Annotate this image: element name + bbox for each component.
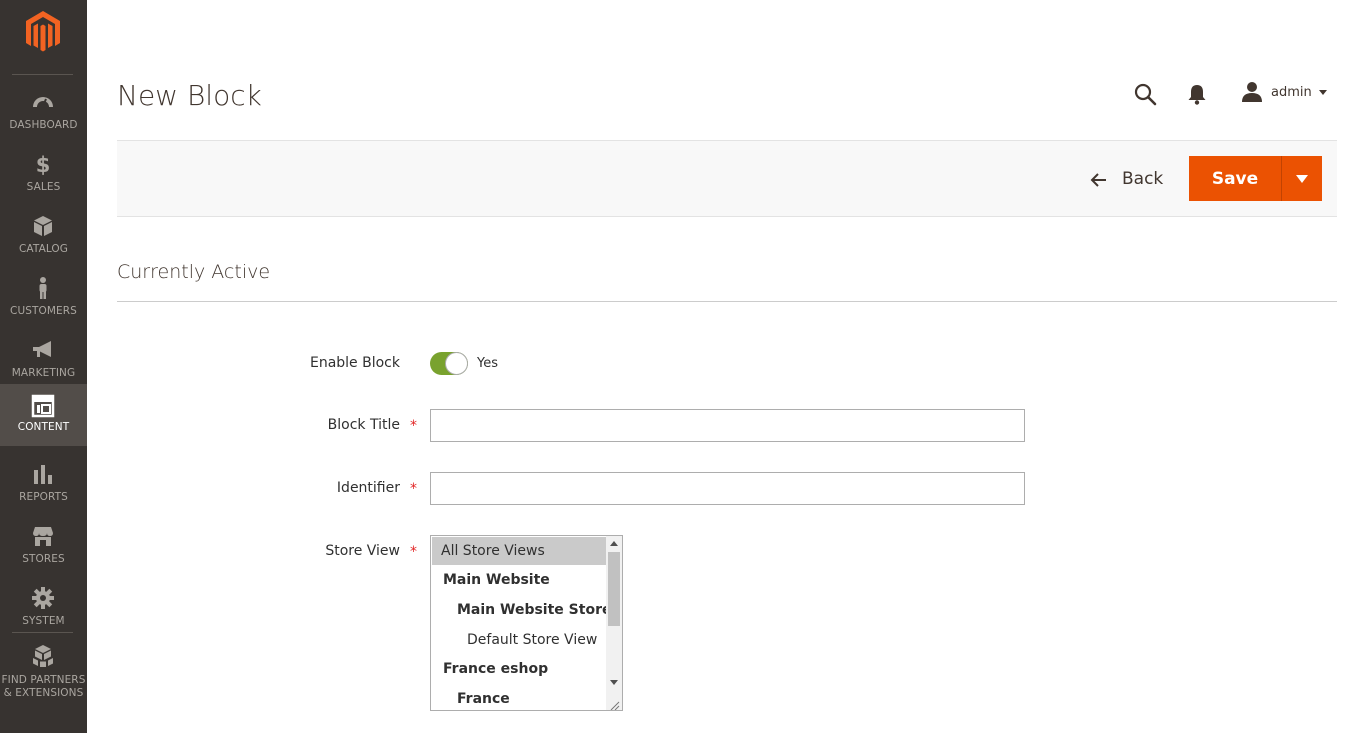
user-name: admin — [1271, 84, 1312, 100]
sidebar-item-label: FIND PARTNERS & EXTENSIONS — [1, 674, 86, 699]
sidebar-item-label: CONTENT — [17, 421, 70, 433]
user-icon — [1241, 81, 1263, 103]
required-asterisk: * — [410, 544, 417, 560]
back-button-label: Back — [1122, 169, 1164, 189]
svg-text:$: $ — [36, 153, 51, 176]
arrow-left-icon — [1090, 172, 1108, 187]
scrollbar-thumb[interactable] — [608, 552, 620, 626]
sidebar-item-label: SYSTEM — [22, 615, 65, 627]
store-view-scrollbar[interactable] — [606, 536, 622, 710]
sidebar-item-sales[interactable]: $ SALES — [0, 146, 87, 208]
sidebar-item-content[interactable]: CONTENT — [0, 384, 87, 446]
save-button[interactable]: Save — [1189, 156, 1281, 201]
box-icon — [31, 214, 55, 238]
sidebar-item-label: CATALOG — [18, 243, 69, 255]
dollar-icon: $ — [31, 152, 55, 177]
enable-block-value: Yes — [477, 356, 498, 371]
sidebar-item-label: STORES — [22, 553, 65, 565]
section-title: Currently Active — [117, 261, 271, 283]
chevron-down-icon — [1318, 89, 1327, 95]
toggle-knob — [445, 352, 468, 375]
identifier-label: Identifier — [336, 480, 400, 496]
person-icon — [31, 276, 55, 300]
sidebar-item-label: REPORTS — [19, 491, 68, 503]
dashboard-icon — [31, 90, 55, 114]
sidebar-divider — [12, 632, 73, 633]
sidebar-item-dashboard[interactable]: DASHBOARD — [0, 84, 87, 146]
required-asterisk: * — [410, 481, 417, 497]
layout-icon — [31, 394, 55, 418]
magento-logo[interactable] — [24, 10, 62, 54]
admin-sidebar: DASHBOARD $ SALES CATALOG CUSTOMERS MARK… — [0, 0, 87, 733]
sidebar-item-label: DASHBOARD — [9, 119, 78, 131]
sidebar-item-label: CUSTOMERS — [10, 305, 77, 317]
sidebar-item-stores[interactable]: STORES — [0, 518, 87, 580]
store-view-group-website: France eshop — [443, 661, 549, 677]
page-actions-bar: Back Save — [117, 140, 1337, 217]
section-divider — [117, 301, 1337, 302]
scroll-up-arrow-icon[interactable] — [610, 541, 618, 546]
store-view-option-default[interactable]: Default Store View — [432, 626, 606, 654]
enable-block-toggle[interactable] — [430, 352, 468, 375]
sidebar-divider — [12, 74, 73, 75]
sidebar-item-label: SALES — [26, 181, 61, 193]
sidebar-item-catalog[interactable]: CATALOG — [0, 208, 87, 270]
search-icon[interactable] — [1133, 82, 1157, 106]
user-account-menu[interactable]: admin — [1241, 80, 1327, 104]
sidebar-item-customers[interactable]: CUSTOMERS — [0, 270, 87, 332]
store-view-multiselect[interactable]: All Store Views Main Website Main Websit… — [430, 535, 623, 711]
back-button[interactable]: Back — [1090, 168, 1163, 190]
cubes-icon — [31, 644, 55, 668]
sidebar-item-label: MARKETING — [11, 367, 76, 379]
save-options-dropdown-button[interactable] — [1281, 156, 1322, 201]
store-view-label: Store View — [325, 543, 400, 559]
store-icon — [31, 524, 55, 548]
block-title-label: Block Title — [327, 417, 400, 433]
notifications-bell-icon[interactable] — [1187, 83, 1207, 105]
required-asterisk: * — [410, 418, 417, 434]
gear-icon — [31, 586, 55, 610]
sidebar-item-find-partners[interactable]: FIND PARTNERS & EXTENSIONS — [0, 642, 87, 704]
caret-down-icon — [1296, 175, 1308, 183]
enable-block-label: Enable Block — [309, 355, 400, 371]
store-view-group-store: France — [457, 691, 510, 707]
store-view-option-all[interactable]: All Store Views — [432, 537, 606, 565]
resize-handle-icon[interactable] — [608, 696, 620, 710]
scroll-down-arrow-icon[interactable] — [610, 680, 618, 685]
store-view-group-store: Main Website Store — [457, 602, 612, 618]
block-title-input[interactable] — [430, 409, 1025, 442]
page-title: New Block — [117, 79, 262, 112]
sidebar-item-reports[interactable]: REPORTS — [0, 456, 87, 518]
megaphone-icon — [31, 338, 55, 362]
store-view-group-website: Main Website — [443, 572, 550, 588]
bar-chart-icon — [31, 462, 55, 486]
identifier-input[interactable] — [430, 472, 1025, 505]
